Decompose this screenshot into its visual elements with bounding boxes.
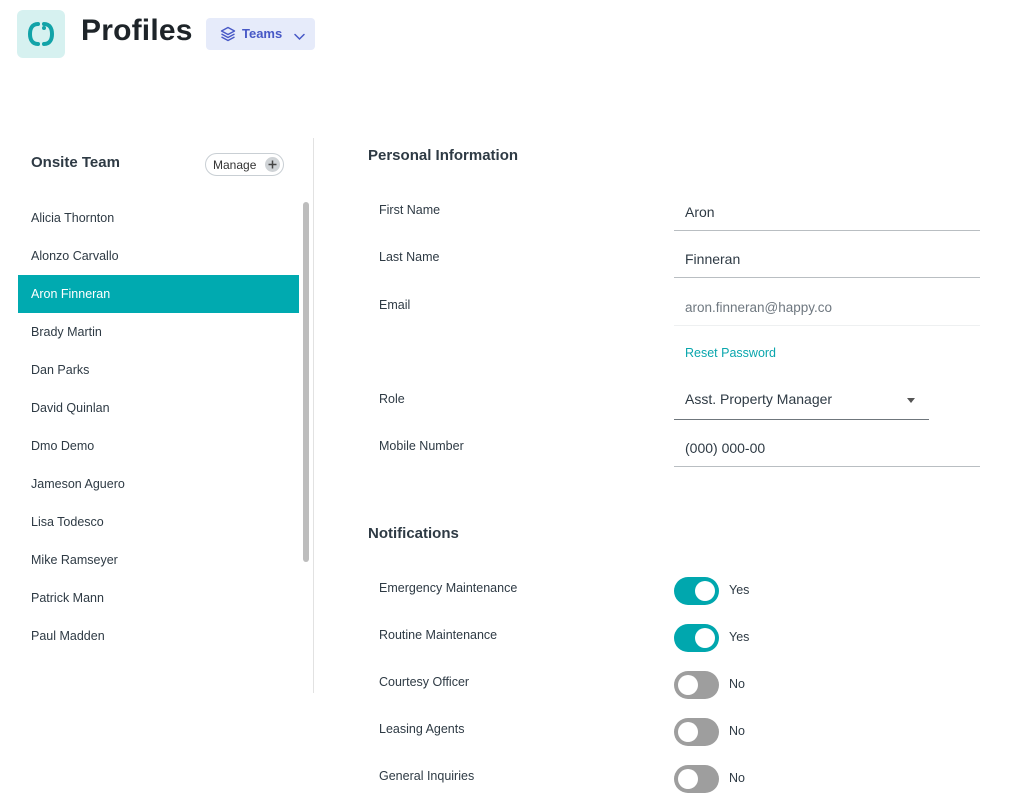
team-member-item[interactable]: David Quinlan <box>18 389 299 427</box>
toggle-state-label: No <box>729 677 745 691</box>
toggle-knob <box>678 675 698 695</box>
team-member-item[interactable]: Mike Ramseyer <box>18 541 299 579</box>
role-label: Role <box>379 392 405 406</box>
notifications-title: Notifications <box>368 525 459 542</box>
team-member-item[interactable]: Dan Parks <box>18 351 299 389</box>
notification-label: General Inquiries <box>379 769 475 783</box>
team-member-item[interactable]: Lisa Todesco <box>18 503 299 541</box>
team-member-item[interactable]: Alicia Thornton <box>18 199 299 237</box>
first-name-input[interactable] <box>674 194 980 231</box>
notification-label: Courtesy Officer <box>379 675 470 689</box>
team-member-item[interactable]: Dmo Demo <box>18 427 299 465</box>
toggle-state-label: No <box>729 771 745 785</box>
team-member-item[interactable]: Patrick Mann <box>18 579 299 617</box>
manage-button[interactable]: Manage <box>205 153 284 176</box>
notification-label: Leasing Agents <box>379 722 465 736</box>
role-select[interactable]: Asst. Property Manager <box>674 380 929 420</box>
toggle-state-label: Yes <box>729 630 750 644</box>
routine-maintenance-toggle[interactable] <box>674 624 719 652</box>
page-title: Profiles <box>81 14 193 47</box>
team-member-list: Alicia Thornton Alonzo Carvallo Aron Finne… <box>18 199 299 649</box>
notification-label: Emergency Maintenance <box>379 581 518 595</box>
team-member-item[interactable]: Brady Martin <box>18 313 299 351</box>
team-member-item[interactable]: Jameson Aguero <box>18 465 299 503</box>
notification-label: Routine Maintenance <box>379 628 498 642</box>
toggle-knob <box>695 581 715 601</box>
manage-label: Manage <box>213 158 257 172</box>
layers-icon <box>220 26 236 45</box>
last-name-input[interactable] <box>674 241 980 278</box>
role-value: Asst. Property Manager <box>685 391 833 407</box>
last-name-label: Last Name <box>379 250 440 264</box>
courtesy-officer-toggle[interactable] <box>674 671 719 699</box>
scrollbar-thumb[interactable] <box>303 202 309 562</box>
list-scrollbar[interactable] <box>299 199 313 649</box>
mobile-number-input[interactable] <box>674 430 980 467</box>
mobile-number-label: Mobile Number <box>379 439 464 453</box>
team-member-item[interactable]: Paul Madden <box>18 617 299 649</box>
personal-info-title: Personal Information <box>368 147 519 164</box>
general-inquiries-toggle[interactable] <box>674 765 719 793</box>
teams-label: Teams <box>242 26 283 41</box>
team-member-item[interactable]: Alonzo Carvallo <box>18 237 299 275</box>
caret-down-icon <box>907 398 915 403</box>
chevron-down-icon <box>294 29 305 44</box>
plus-icon <box>265 157 280 172</box>
sidebar-title: Onsite Team <box>31 154 120 171</box>
app-logo-icon <box>17 10 65 58</box>
teams-dropdown-button[interactable]: Teams <box>206 18 315 50</box>
leasing-agents-toggle[interactable] <box>674 718 719 746</box>
emergency-maintenance-toggle[interactable] <box>674 577 719 605</box>
reset-password-link[interactable]: Reset Password <box>685 346 776 360</box>
team-member-item[interactable]: Aron Finneran <box>18 275 299 313</box>
toggle-knob <box>678 722 698 742</box>
first-name-label: First Name <box>379 203 441 217</box>
toggle-state-label: No <box>729 724 745 738</box>
email-label: Email <box>379 298 411 312</box>
toggle-knob <box>695 628 715 648</box>
divider <box>313 138 314 693</box>
toggle-knob <box>678 769 698 789</box>
toggle-state-label: Yes <box>729 583 750 597</box>
email-field <box>674 289 980 326</box>
